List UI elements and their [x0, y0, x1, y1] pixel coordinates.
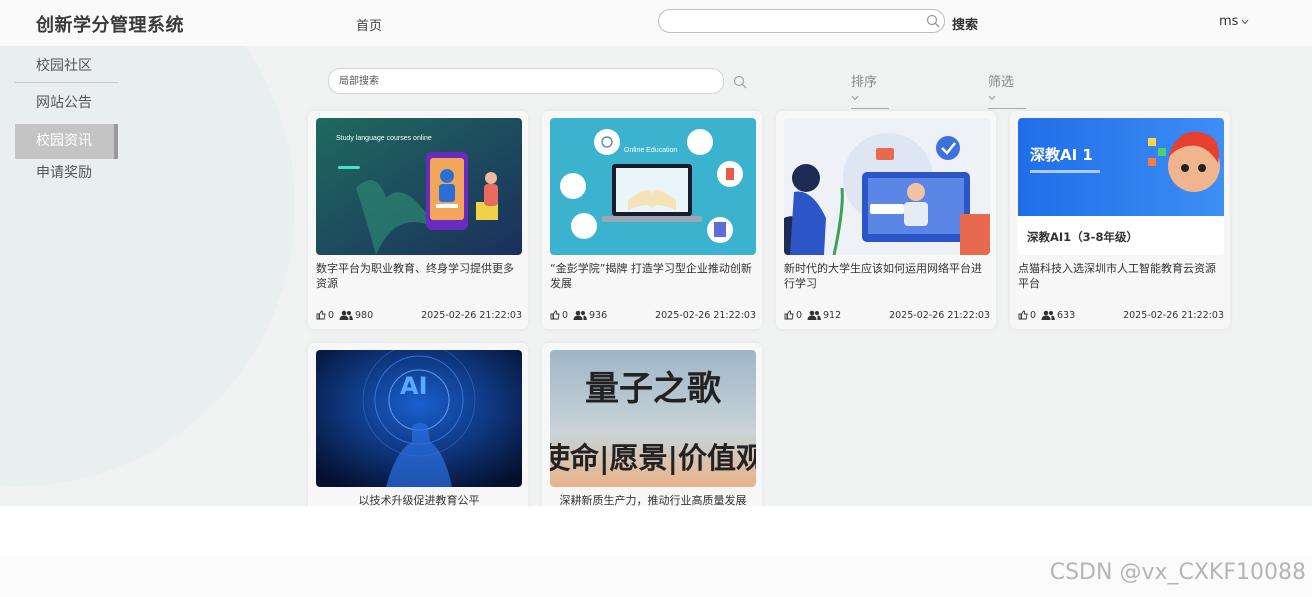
- news-thumbnail: Online Education: [550, 118, 756, 255]
- sidebar-item-announcements[interactable]: 网站公告: [15, 89, 118, 124]
- chevron-down-icon: [1241, 14, 1249, 29]
- sort-dropdown[interactable]: 排序: [851, 71, 889, 109]
- global-search-input[interactable]: [669, 10, 923, 32]
- news-card[interactable]: 新时代的大学生应该如何运用网络平台进行学习 0 912 2025-02-26 2…: [776, 111, 996, 329]
- news-thumbnail: AI: [316, 350, 522, 487]
- local-search-box[interactable]: [328, 68, 724, 94]
- like-count[interactable]: 0: [1018, 310, 1036, 321]
- news-thumbnail: [784, 118, 990, 255]
- thumbs-up-icon: [784, 310, 794, 320]
- top-header: 创新学分管理系统 首页 搜索 ms: [0, 0, 1312, 46]
- thumbnail-text: 深教AI 1: [1030, 146, 1093, 164]
- local-search-input[interactable]: [337, 69, 711, 94]
- news-meta: 0 936 2025-02-26 21:22:03: [550, 310, 756, 324]
- search-icon[interactable]: [926, 13, 940, 32]
- username: ms: [1219, 14, 1239, 29]
- view-count-value: 936: [589, 310, 608, 321]
- view-count: 936: [573, 310, 607, 321]
- sort-label: 排序: [851, 75, 878, 90]
- news-meta: 0 980 2025-02-26 21:22:03: [316, 310, 522, 324]
- news-title: 以技术升级促进教育公平: [358, 494, 480, 506]
- sidebar-item-community[interactable]: 校园社区: [15, 52, 118, 83]
- chevron-down-icon: [988, 95, 996, 101]
- like-count[interactable]: 0: [550, 310, 568, 321]
- view-count-value: 912: [823, 310, 842, 321]
- search-button[interactable]: 搜索: [952, 14, 978, 33]
- publish-date: 2025-02-26 21:22:03: [1123, 310, 1224, 321]
- publish-date: 2025-02-26 21:22:03: [655, 310, 756, 321]
- thumbnail-text: 量子之歌: [585, 369, 722, 409]
- news-title: 新时代的大学生应该如何运用网络平台进行学习: [784, 262, 982, 290]
- footer: [0, 506, 1312, 556]
- thumbs-up-icon: [316, 310, 326, 320]
- main-area: 校园社区 网站公告 校园资讯 申请奖励 排序 筛选: [0, 46, 1312, 506]
- like-count[interactable]: 0: [316, 310, 334, 321]
- thumbnail-text: Online Education: [624, 147, 677, 154]
- app-title: 创新学分管理系统: [36, 15, 184, 36]
- news-title: “金彭学院”揭牌 打造学习型企业推动创新发展: [550, 262, 752, 290]
- news-card[interactable]: 深教AI 1 深教AI1（3-8年级） 点猫科技入选深圳市人工智能教育云资源平台…: [1010, 111, 1230, 329]
- like-count-value: 0: [1030, 310, 1037, 321]
- news-card[interactable]: 量子之歌 使命|愿景|价值观 深耕新质生产力，推动行业高质量发展: [542, 343, 762, 506]
- news-thumbnail: 量子之歌 使命|愿景|价值观: [550, 350, 756, 487]
- users-icon: [1041, 310, 1055, 320]
- news-card[interactable]: AI 以技术升级促进教育公平: [308, 343, 528, 506]
- users-icon: [573, 310, 587, 320]
- user-menu[interactable]: ms: [1219, 14, 1249, 29]
- sidebar-item-rewards[interactable]: 申请奖励: [15, 159, 118, 194]
- sidebar-item-news[interactable]: 校园资讯: [15, 124, 118, 159]
- filter-dropdown[interactable]: 筛选: [988, 71, 1026, 109]
- like-count-value: 0: [562, 310, 569, 321]
- news-title: 数字平台为职业教育、终身学习提供更多资源: [316, 262, 514, 290]
- news-meta: 0 633 2025-02-26 21:22:03: [1018, 310, 1224, 324]
- thumbs-up-icon: [1018, 310, 1028, 320]
- local-search-icon[interactable]: [733, 74, 747, 93]
- global-search-box[interactable]: [658, 9, 945, 33]
- publish-date: 2025-02-26 21:22:03: [889, 310, 990, 321]
- like-count-value: 0: [796, 310, 803, 321]
- like-count-value: 0: [328, 310, 335, 321]
- thumbnail-text: Study language courses online: [336, 135, 432, 142]
- nav-home-link[interactable]: 首页: [356, 15, 382, 34]
- thumbnail-text: AI: [400, 372, 428, 400]
- news-card[interactable]: Study language courses online 数字平台为职业教育、…: [308, 111, 528, 329]
- view-count-value: 980: [355, 310, 374, 321]
- users-icon: [807, 310, 821, 320]
- chevron-down-icon: [851, 95, 859, 101]
- users-icon: [339, 310, 353, 320]
- thumbs-up-icon: [550, 310, 560, 320]
- view-count-value: 633: [1057, 310, 1076, 321]
- like-count[interactable]: 0: [784, 310, 802, 321]
- sidebar: 校园社区 网站公告 校园资讯 申请奖励: [15, 52, 118, 194]
- news-title: 深耕新质生产力，推动行业高质量发展: [559, 494, 747, 506]
- watermark: CSDN @vx_CXKF10088: [1049, 560, 1306, 585]
- news-meta: 0 912 2025-02-26 21:22:03: [784, 310, 990, 324]
- view-count: 633: [1041, 310, 1075, 321]
- news-thumbnail: 深教AI 1 深教AI1（3-8年级）: [1018, 118, 1224, 255]
- view-count: 980: [339, 310, 373, 321]
- view-count: 912: [807, 310, 841, 321]
- filter-label: 筛选: [988, 75, 1015, 90]
- thumbnail-caption: 深教AI1（3-8年级）: [1027, 230, 1138, 244]
- publish-date: 2025-02-26 21:22:03: [421, 310, 522, 321]
- thumbnail-text: 使命|愿景|价值观: [550, 441, 756, 475]
- news-thumbnail: Study language courses online: [316, 118, 522, 255]
- news-card[interactable]: Online Education “金彭学院”揭牌 打造学习型企业推动创新发展 …: [542, 111, 762, 329]
- news-title: 点猫科技入选深圳市人工智能教育云资源平台: [1018, 262, 1216, 290]
